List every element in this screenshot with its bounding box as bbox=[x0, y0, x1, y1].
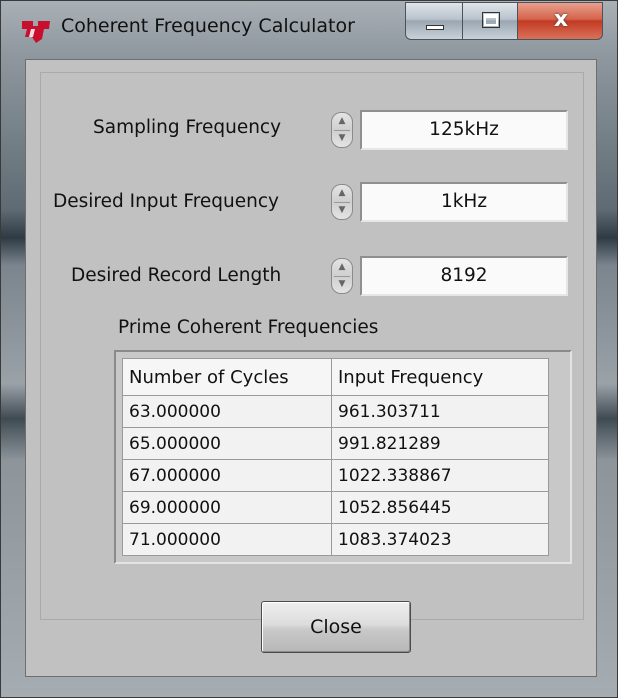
decrement-arrow-icon[interactable]: ▼ bbox=[332, 276, 352, 293]
table-header-row: Number of Cycles Input Frequency bbox=[122, 358, 549, 396]
maximize-icon bbox=[482, 12, 500, 28]
record-length-input[interactable]: 8192 bbox=[360, 256, 568, 296]
close-button[interactable]: Close bbox=[261, 601, 411, 653]
input-frequency-label: Desired Input Frequency bbox=[53, 191, 279, 212]
cycles-cell: 69.000000 bbox=[122, 491, 332, 524]
record-length-spinner[interactable]: ▲ ▼ bbox=[331, 258, 353, 294]
increment-arrow-icon[interactable]: ▲ bbox=[332, 113, 352, 130]
cycles-cell: 63.000000 bbox=[122, 395, 332, 428]
results-table-frame: Number of Cycles Input Frequency 63.0000… bbox=[114, 350, 572, 564]
client-area: Sampling Frequency ▲ ▼ 125kHz Desired In… bbox=[25, 59, 597, 677]
increment-arrow-icon[interactable]: ▲ bbox=[332, 185, 352, 202]
column-header-input-frequency[interactable]: Input Frequency bbox=[331, 358, 549, 396]
decrement-arrow-icon[interactable]: ▼ bbox=[332, 130, 352, 147]
sampling-frequency-input[interactable]: 125kHz bbox=[360, 110, 568, 150]
column-header-cycles[interactable]: Number of Cycles bbox=[122, 358, 332, 396]
caption-buttons: x bbox=[405, 2, 603, 42]
frequency-cell: 1083.374023 bbox=[331, 523, 549, 556]
window-close-button[interactable]: x bbox=[517, 2, 603, 40]
cycles-cell: 67.000000 bbox=[122, 459, 332, 492]
frequency-cell: 1022.338867 bbox=[331, 459, 549, 492]
results-title: Prime Coherent Frequencies bbox=[118, 317, 379, 338]
title-bar[interactable]: Coherent Frequency Calculator x bbox=[1, 1, 617, 57]
frequency-cell: 991.821289 bbox=[331, 427, 549, 460]
sampling-frequency-spinner[interactable]: ▲ ▼ bbox=[331, 112, 353, 148]
decrement-arrow-icon[interactable]: ▼ bbox=[332, 202, 352, 219]
close-icon: x bbox=[553, 7, 569, 32]
frequency-cell: 1052.856445 bbox=[331, 491, 549, 524]
table-row[interactable]: 63.000000 961.303711 bbox=[122, 395, 549, 428]
minimize-button[interactable] bbox=[405, 2, 463, 40]
frequency-cell: 961.303711 bbox=[331, 395, 549, 428]
record-length-label: Desired Record Length bbox=[71, 265, 282, 286]
table-row[interactable]: 67.000000 1022.338867 bbox=[122, 459, 549, 492]
table-row[interactable]: 65.000000 991.821289 bbox=[122, 427, 549, 460]
increment-arrow-icon[interactable]: ▲ bbox=[332, 259, 352, 276]
window-frame: Coherent Frequency Calculator x Sampling… bbox=[0, 0, 618, 698]
table-row[interactable]: 71.000000 1083.374023 bbox=[122, 523, 549, 556]
window-title: Coherent Frequency Calculator bbox=[61, 15, 355, 37]
maximize-button[interactable] bbox=[462, 2, 518, 40]
cycles-cell: 71.000000 bbox=[122, 523, 332, 556]
table-row[interactable]: 69.000000 1052.856445 bbox=[122, 491, 549, 524]
minimize-icon bbox=[426, 25, 444, 30]
results-table: Number of Cycles Input Frequency 63.0000… bbox=[122, 358, 549, 556]
input-frequency-input[interactable]: 1kHz bbox=[360, 182, 568, 222]
ti-logo-icon bbox=[22, 21, 50, 43]
sampling-frequency-label: Sampling Frequency bbox=[93, 117, 282, 138]
input-frequency-spinner[interactable]: ▲ ▼ bbox=[331, 184, 353, 220]
cycles-cell: 65.000000 bbox=[122, 427, 332, 460]
